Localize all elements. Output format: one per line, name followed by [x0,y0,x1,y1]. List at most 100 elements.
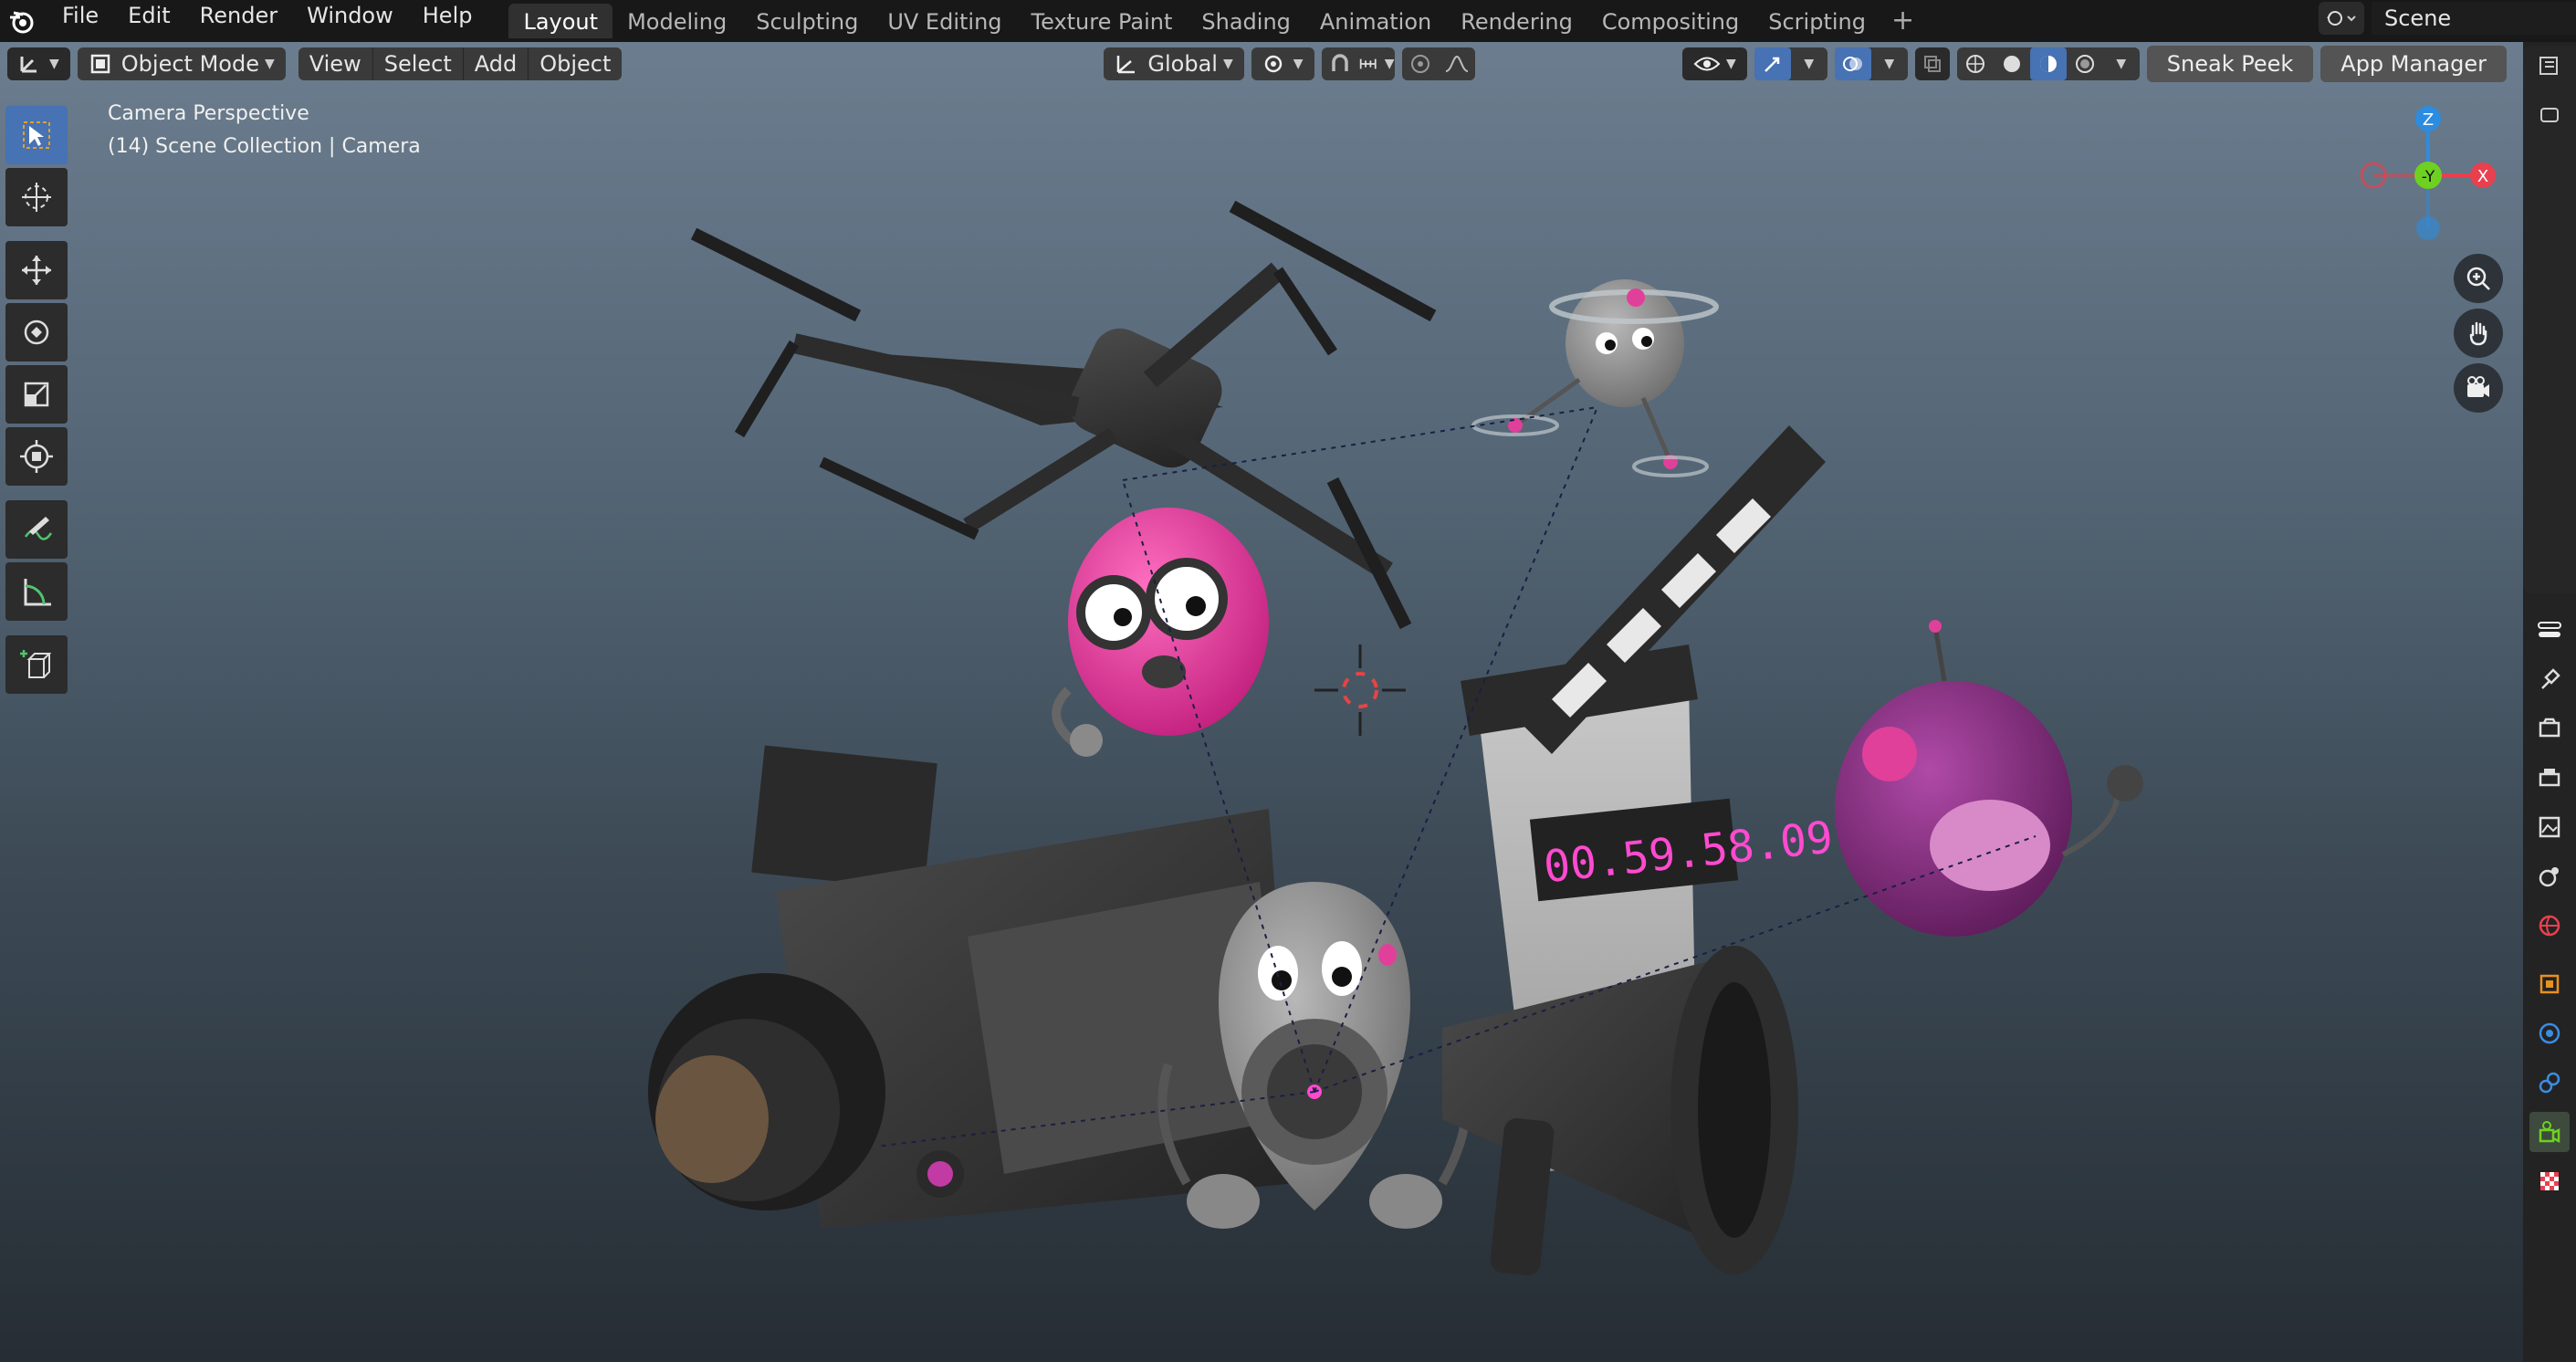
neg-z-axis-handle[interactable] [2416,216,2440,240]
tab-compositing[interactable]: Compositing [1587,4,1754,38]
visibility-dropdown[interactable]: ▼ [1682,47,1747,80]
object-mode-icon [90,54,110,74]
output-properties-icon[interactable] [2529,758,2570,798]
sneak-peek-button[interactable]: Sneak Peek [2146,46,2314,82]
proportional-editing-toggle[interactable] [1402,47,1439,80]
wireframe-icon [1965,55,1984,73]
world-properties-icon[interactable] [2529,906,2570,946]
magnet-icon [1331,54,1348,71]
shading-wireframe-button[interactable] [1957,47,1994,80]
tab-modeling[interactable]: Modeling [613,4,741,38]
pan-button[interactable] [2454,309,2503,358]
tab-layout[interactable]: Layout [508,4,613,38]
mode-dropdown[interactable]: Object Mode ▼ [77,47,286,80]
properties-toggle-icon[interactable] [2529,610,2570,650]
svg-text:X: X [2477,167,2488,186]
eye-icon [1693,57,1721,71]
camera-perspective-label: Camera Perspective [108,102,309,125]
object-data-camera-icon[interactable] [2529,1112,2570,1152]
shading-group: ▼ [1956,47,2140,80]
view-layer-properties-icon[interactable] [2529,807,2570,847]
outliner-edge[interactable] [2523,46,2576,593]
overlays-toggle[interactable] [1834,47,1871,80]
menu-object[interactable]: Object [529,47,622,80]
xray-toggle[interactable] [1914,47,1950,80]
shading-dropdown[interactable]: ▼ [2103,47,2140,80]
camera-view-button[interactable] [2454,363,2503,413]
tool-properties-icon[interactable] [2529,659,2570,699]
pivot-point-dropdown[interactable]: ▼ [1251,47,1314,80]
zoom-button[interactable] [2454,254,2503,303]
rotate-tool[interactable] [5,303,68,361]
scale-icon [24,382,49,407]
scene-name-field[interactable]: Scene [2372,2,2576,35]
menu-edit[interactable]: Edit [113,0,184,42]
render-properties-icon[interactable] [2529,708,2570,749]
snap-toggle[interactable] [1322,47,1358,80]
tab-texture-paint[interactable]: Texture Paint [1017,4,1188,38]
proportional-group [1401,47,1475,80]
move-tool[interactable] [5,241,68,299]
menu-select[interactable]: Select [373,47,464,80]
viewport-menus: View Select Add Object [298,47,623,80]
3d-viewport[interactable]: 00.59.58.09 ▼ Object Mode ▼ View Select … [0,42,2523,1362]
transform-icon [20,440,53,473]
menu-help[interactable]: Help [408,0,487,42]
tool-shelf [5,106,71,697]
shading-material-button[interactable] [2029,47,2067,80]
proportional-icon [1410,55,1429,73]
tab-scripting[interactable]: Scripting [1754,4,1880,38]
tab-animation[interactable]: Animation [1305,4,1446,38]
scene-properties-icon[interactable] [2529,856,2570,896]
constraints-properties-icon[interactable] [2529,1063,2570,1103]
object-properties-icon[interactable] [2529,964,2570,1004]
editor-type-button[interactable]: ▼ [7,47,70,80]
add-workspace-button[interactable]: + [1880,3,1925,39]
tab-uv-editing[interactable]: UV Editing [873,4,1016,38]
navigation-gizmo[interactable]: Z X -Y [2355,100,2501,246]
camera-icon [2467,376,2489,397]
select-box-tool[interactable] [5,106,68,164]
zoom-icon [2466,267,2490,290]
menu-render[interactable]: Render [185,0,292,42]
move-icon [22,256,51,285]
shading-rendered-button[interactable] [2067,47,2103,80]
texture-properties-icon[interactable] [2529,1161,2570,1201]
menu-file[interactable]: File [47,0,113,42]
overlays-dropdown[interactable]: ▼ [1871,47,1908,80]
scale-tool[interactable] [5,365,68,424]
3d-cursor-icon[interactable] [1314,644,1406,736]
pivot-icon [1264,55,1282,73]
proportional-falloff-dropdown[interactable] [1439,47,1475,80]
app-manager-button[interactable]: App Manager [2320,46,2507,82]
transform-orientation-dropdown[interactable]: Global ▼ [1104,47,1244,80]
menu-view[interactable]: View [298,47,373,80]
transform-tool[interactable] [5,427,68,486]
rendered-icon [2075,55,2094,73]
purple-character [1835,620,2143,937]
svg-text:-Y: -Y [2422,168,2435,186]
menu-add[interactable]: Add [464,47,529,80]
outliner-filter-icon[interactable] [2529,95,2570,135]
tab-sculpting[interactable]: Sculpting [741,4,873,38]
annotate-icon [24,517,53,540]
scene-icon [2327,11,2356,26]
tab-rendering[interactable]: Rendering [1446,4,1587,38]
gizmo-dropdown[interactable]: ▼ [1791,47,1827,80]
gizmo-toggle[interactable] [1754,47,1791,80]
video-camera-model [648,745,1296,1229]
outliner-display-icon[interactable] [2529,46,2570,86]
scene-browse-button[interactable] [2319,2,2364,35]
snap-target-dropdown[interactable]: ▼ [1358,47,1395,80]
menu-window[interactable]: Window [292,0,408,42]
select-box-icon [23,121,50,149]
annotate-tool[interactable] [5,500,68,559]
cursor-tool[interactable] [5,168,68,226]
physics-properties-icon[interactable] [2529,1013,2570,1053]
tab-shading[interactable]: Shading [1187,4,1305,38]
blender-logo-icon[interactable] [5,5,38,37]
shading-solid-button[interactable] [1994,47,2030,80]
add-cube-tool[interactable] [5,635,68,694]
svg-text:Z: Z [2423,110,2434,130]
measure-tool[interactable] [5,562,68,621]
